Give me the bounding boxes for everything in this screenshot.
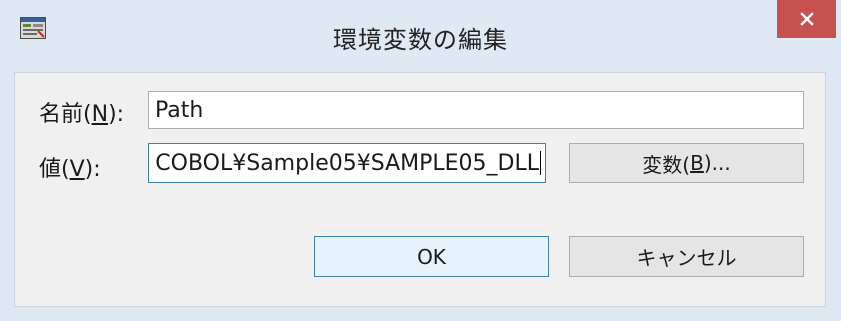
- value-label: 値(V):: [39, 157, 101, 182]
- title-bar[interactable]: 環境変数の編集: [0, 0, 841, 72]
- close-button[interactable]: [777, 0, 836, 38]
- dialog-body: 名前(N): Path 値(V): COBOL¥Sample05¥SAMPLE0…: [14, 72, 826, 307]
- cancel-button[interactable]: キャンセル: [569, 236, 804, 277]
- variable-value-text: COBOL¥Sample05¥SAMPLE05_DLL: [155, 150, 539, 176]
- variable-value-input[interactable]: COBOL¥Sample05¥SAMPLE05_DLL: [148, 143, 546, 183]
- close-icon: [799, 12, 814, 26]
- text-caret: [540, 151, 541, 175]
- variable-name-input[interactable]: Path: [148, 91, 804, 129]
- variable-name-value: Path: [155, 97, 204, 123]
- name-label: 名前(N):: [39, 102, 125, 127]
- ok-button[interactable]: OK: [314, 236, 549, 277]
- edit-environment-variable-dialog: 環境変数の編集 名前(N): Path 値(V): COBOL¥Sample05…: [0, 0, 841, 321]
- dialog-title: 環境変数の編集: [333, 26, 508, 54]
- browse-variable-button[interactable]: 変数(B)...: [569, 143, 804, 183]
